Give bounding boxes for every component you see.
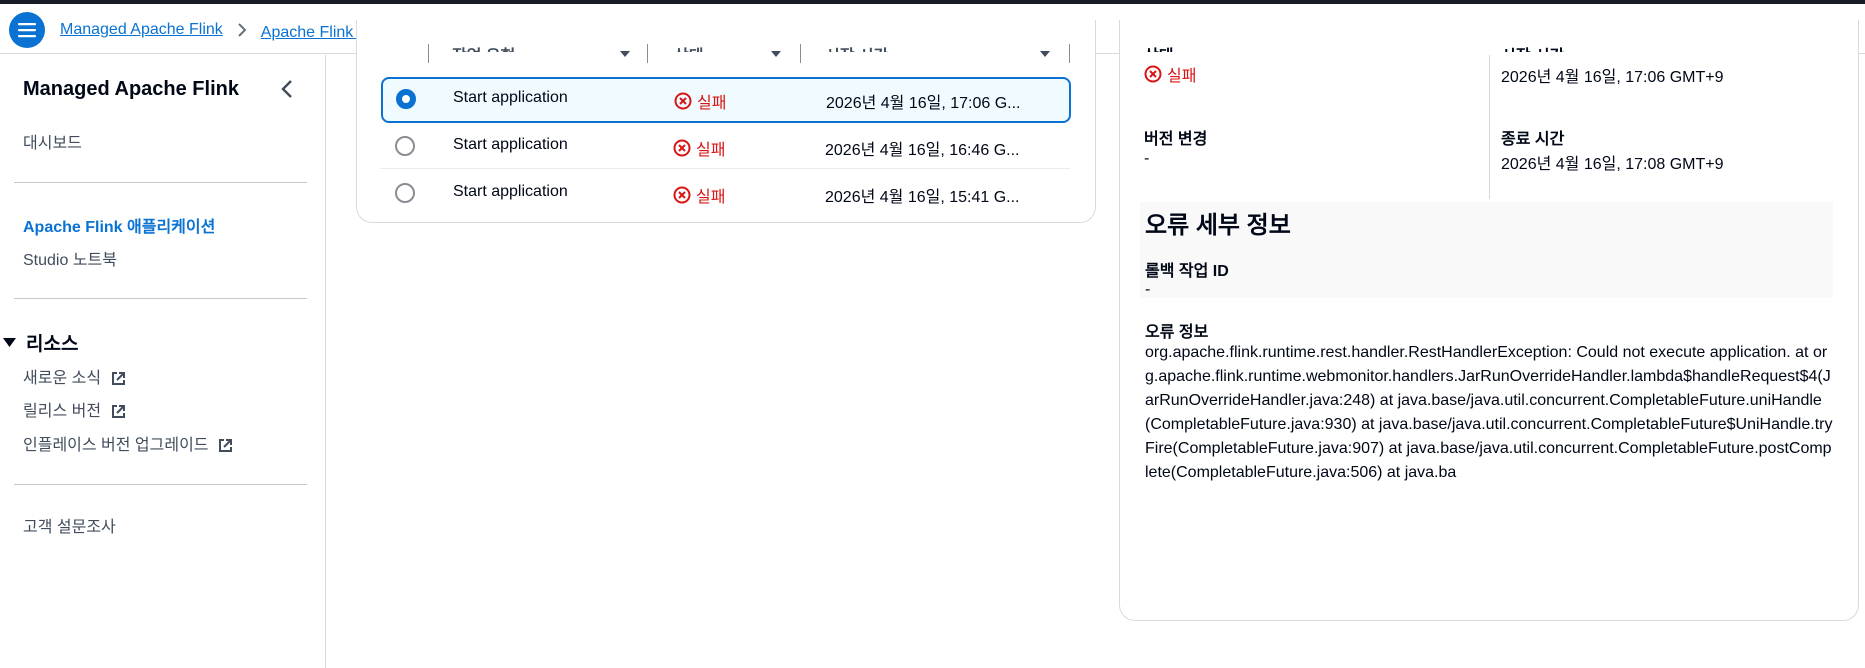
collapse-sidebar-button[interactable] — [280, 79, 300, 101]
table-row[interactable]: Start application 실패 2026년 4월 16일, 15:41… — [380, 170, 1070, 216]
table-row[interactable]: Start application 실패 2026년 4월 16일, 17:06… — [381, 77, 1071, 123]
sidebar-item-flink-apps[interactable]: Apache Flink 애플리케이션 — [23, 213, 215, 237]
rollback-id-value: - — [1145, 281, 1151, 298]
column-divider — [428, 44, 429, 63]
hamburger-icon — [18, 23, 36, 38]
row-operation-type: Start application — [453, 136, 568, 153]
sidebar-divider — [14, 484, 307, 485]
sidebar: Managed Apache Flink 대시보드 Apache Flink 애… — [0, 55, 326, 668]
sidebar-section-resources[interactable]: 리소스 — [3, 329, 78, 356]
column-header-type[interactable]: 작업 유형 — [452, 42, 515, 52]
error-icon — [673, 186, 691, 204]
error-info-label: 오류 정보 — [1145, 324, 1209, 341]
column-header-start-time[interactable]: 시작 시간 — [825, 42, 888, 52]
column-divider — [1489, 55, 1490, 199]
column-divider — [1069, 44, 1070, 63]
end-time-value: 2026년 4월 16일, 17:08 GMT+9 — [1501, 156, 1724, 173]
breadcrumb-link-managed-flink[interactable]: Managed Apache Flink — [60, 21, 223, 39]
end-time-label: 종료 시간 — [1501, 131, 1565, 148]
sidebar-item-label: 릴리스 버전 — [23, 403, 102, 420]
row-radio-button[interactable] — [396, 89, 416, 109]
column-divider — [647, 44, 648, 63]
start-time-label: 시작 시간 — [1501, 42, 1564, 52]
error-icon — [673, 139, 691, 157]
status-text: 실패 — [696, 189, 726, 206]
menu-button[interactable] — [9, 12, 45, 48]
status-text: 실패 — [697, 95, 727, 112]
error-info-value: org.apache.flink.runtime.rest.handler.Re… — [1145, 344, 1833, 481]
sidebar-item-whats-new[interactable]: 새로운 소식 — [23, 364, 126, 388]
row-start-time: 2026년 4월 16일, 17:06 G... — [826, 95, 1021, 112]
status-text: 실패 — [1167, 68, 1197, 85]
status-value: 실패 — [1144, 62, 1196, 86]
external-link-icon — [111, 405, 125, 419]
sort-caret-icon — [771, 51, 781, 57]
version-change-label: 버전 변경 — [1144, 131, 1208, 148]
caret-down-icon — [3, 338, 16, 347]
status-text: 실패 — [696, 142, 726, 159]
table-row[interactable]: Start application 실패 2026년 4월 16일, 16:46… — [380, 123, 1070, 169]
status-badge: 실패 — [674, 89, 726, 113]
sidebar-item-label: 인플레이스 버전 업그레이드 — [23, 437, 209, 454]
row-operation-type: Start application — [453, 183, 568, 200]
start-time-value: 2026년 4월 16일, 17:06 GMT+9 — [1501, 69, 1724, 86]
row-start-time: 2026년 4월 16일, 16:46 G... — [825, 142, 1020, 159]
version-change-value: - — [1144, 150, 1150, 167]
external-link-icon — [218, 439, 232, 453]
sidebar-item-inplace-upgrade[interactable]: 인플레이스 버전 업그레이드 — [23, 431, 233, 455]
error-icon — [674, 92, 692, 110]
column-header-status[interactable]: 상태 — [674, 42, 703, 52]
row-start-time: 2026년 4월 16일, 15:41 G... — [825, 189, 1020, 206]
row-operation-type: Start application — [453, 89, 568, 106]
sidebar-divider — [14, 182, 307, 183]
sidebar-item-studio-notebook[interactable]: Studio 노트북 — [23, 246, 117, 270]
error-details-title: 오류 세부 정보 — [1145, 212, 1291, 239]
resources-heading: 리소스 — [26, 334, 79, 355]
rollback-id-label: 롤백 작업 ID — [1145, 263, 1229, 280]
sidebar-title: Managed Apache Flink — [23, 78, 239, 100]
sort-caret-icon — [620, 51, 630, 57]
sidebar-divider — [14, 298, 307, 299]
sidebar-item-release-versions[interactable]: 릴리스 버전 — [23, 397, 126, 421]
status-badge: 실패 — [673, 183, 725, 207]
row-radio-button[interactable] — [395, 183, 415, 203]
error-icon — [1144, 65, 1162, 83]
chevron-left-icon — [281, 80, 292, 98]
sidebar-item-dashboard[interactable]: 대시보드 — [23, 129, 82, 153]
row-radio-button[interactable] — [395, 136, 415, 156]
column-divider — [800, 44, 801, 63]
chevron-right-icon — [223, 23, 261, 37]
external-link-icon — [111, 372, 125, 386]
status-label: 상태 — [1144, 42, 1173, 52]
sidebar-item-survey[interactable]: 고객 설문조사 — [23, 513, 116, 537]
sidebar-item-label: 새로운 소식 — [23, 370, 102, 387]
status-badge: 실패 — [673, 136, 725, 160]
sort-caret-icon — [1040, 51, 1050, 57]
